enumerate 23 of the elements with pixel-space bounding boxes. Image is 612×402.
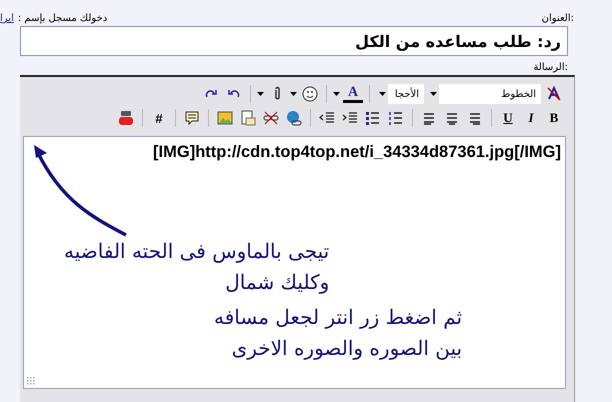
format-button[interactable]: I (521, 108, 541, 128)
size-select[interactable]: الأحجا (376, 84, 424, 104)
font-select[interactable]: الخطوط (427, 84, 541, 104)
caret-icon (257, 92, 264, 96)
annotation-text: بين الصوره والصوره الاخرى (232, 335, 462, 362)
annotation-text: تيجى بالماوس فى الحته الفاضيه (64, 238, 330, 265)
resize-grip-icon[interactable] (27, 377, 35, 385)
tag-button[interactable]: # (149, 108, 169, 128)
caret-icon (378, 92, 386, 96)
title-label: العنوان: (542, 13, 574, 24)
username-link[interactable]: ايرا (0, 13, 14, 24)
logged-in-label: دخولك مسجل بإسم : (18, 13, 108, 24)
format-button[interactable]: U (498, 108, 518, 128)
caret-icon (430, 92, 436, 96)
format-button[interactable]: B (544, 108, 564, 128)
caret-icon (333, 92, 340, 96)
caret-icon (290, 92, 297, 96)
bbcode-text: [IMG]http://cdn.top4top.net/i_34334d87361.jpg[/IMG] (152, 143, 561, 162)
message-label: الرسالة: (533, 62, 568, 73)
annotation-text: وكليك شمال (225, 269, 330, 296)
font-color-button[interactable]: A (343, 85, 363, 103)
title-field[interactable]: رد: طلب مساعده من الكل (20, 26, 568, 56)
annotation-text: ثم اضغط زر انتر لجعل مسافه (214, 304, 462, 331)
